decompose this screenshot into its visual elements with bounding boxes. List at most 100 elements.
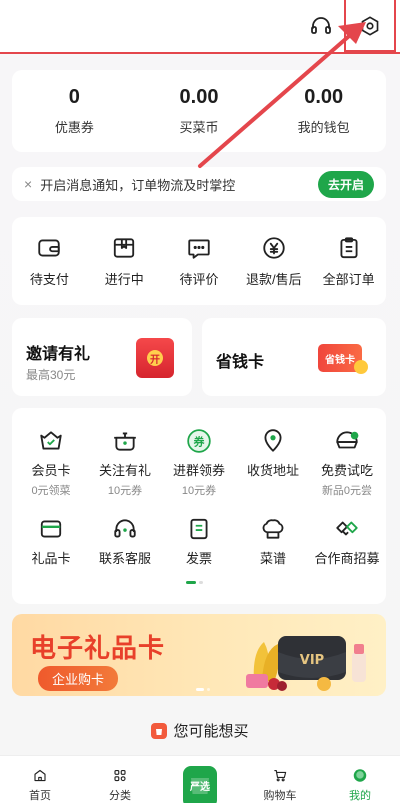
stat-label: 优惠券 (54, 120, 94, 135)
stat-label: 我的钱包 (297, 120, 350, 135)
page-dot (199, 581, 203, 584)
savings-title: 省钱卡 (216, 354, 265, 371)
order-label: 退款/售后 (245, 272, 302, 287)
order-label: 全部订单 (322, 272, 375, 287)
account-stats: 0 优惠券 0.00 买菜币 0.00 我的钱包 (12, 70, 386, 152)
basket-icon (40, 431, 62, 450)
service-sublabel: 10元券 (107, 485, 143, 497)
clipboard-icon (340, 237, 358, 259)
headset-icon[interactable] (307, 12, 335, 40)
location-icon (264, 429, 282, 452)
order-all[interactable]: 全部订单 (311, 217, 386, 305)
wallet-icon (38, 239, 61, 257)
category-icon (114, 769, 126, 782)
notification-banner: × 开启消息通知，订单物流及时掌控 去开启 (12, 167, 386, 201)
annotation-line (0, 52, 400, 54)
vip-label: VIP (300, 653, 324, 668)
service-recipes[interactable]: 菜谱 (236, 516, 310, 567)
invite-subtitle: 最高30元 (26, 368, 76, 382)
red-envelope-icon: 开 (136, 338, 174, 378)
banner-title: 电子礼品卡 (30, 633, 166, 663)
close-icon[interactable]: × (24, 176, 32, 192)
stat-wallet[interactable]: 0.00 我的钱包 (261, 70, 386, 152)
featured-tab-text: 严选 (189, 780, 210, 793)
tab-cart[interactable]: 购物车 (240, 756, 320, 803)
service-address[interactable]: 收货地址 (236, 428, 310, 479)
order-pending-payment[interactable]: 待支付 (12, 217, 87, 305)
headset-icon (114, 519, 136, 538)
tab-label: 首页 (29, 790, 51, 802)
service-label: 免费试吃 (320, 463, 373, 478)
stat-value: 0.00 (304, 86, 344, 108)
svg-text:券: 券 (193, 434, 206, 448)
notice-text: 开启消息通知，订单物流及时掌控 (40, 177, 236, 193)
service-label: 会员卡 (31, 463, 71, 478)
refund-icon (263, 237, 285, 259)
profile-icon (353, 769, 367, 782)
banner-dot (207, 688, 210, 691)
tab-profile[interactable]: 我的 (320, 756, 400, 803)
service-sublabel: 10元券 (181, 485, 217, 497)
tab-category[interactable]: 分类 (80, 756, 160, 803)
profile-screen: 0 优惠券 0.00 买菜币 0.00 我的钱包 × 开启消息通知，订单物流及时… (0, 0, 400, 803)
order-label: 待支付 (29, 272, 69, 287)
enterprise-buy-button[interactable]: 企业购卡 (38, 666, 119, 691)
order-in-progress[interactable]: 进行中 (87, 217, 162, 305)
recommend-section-title: 您可能想买 (0, 720, 400, 741)
order-shortcuts: 待支付 进行中 待评价 退款/售后 全部订单 (12, 217, 386, 305)
service-label: 进群领券 (172, 463, 225, 478)
gift-card-icon (40, 520, 62, 538)
service-label: 联系客服 (98, 551, 151, 566)
gift-card-banner[interactable]: 电子礼品卡 企业购卡 VIP (12, 614, 386, 696)
service-label: 菜谱 (259, 551, 286, 566)
services-grid: 会员卡 0元领菜 关注有礼 10元券 券 进群领券 10元券 收货地址 免费试吃… (12, 408, 386, 604)
tab-label: 分类 (109, 790, 131, 802)
service-sublabel: 0元领菜 (31, 485, 71, 497)
savings-card-label: 省钱卡 (325, 354, 355, 366)
stat-label: 买菜币 (179, 120, 219, 135)
tab-featured[interactable]: 严选 (160, 756, 240, 803)
pot-icon (114, 432, 136, 451)
shopping-bag-icon (151, 722, 168, 739)
top-bar (0, 0, 400, 52)
handshake-icon (336, 521, 358, 536)
service-sublabel: 新品0元尝 (321, 485, 373, 497)
service-join-group[interactable]: 券 进群领券 10元券 (162, 428, 236, 498)
service-gift-card[interactable]: 礼品卡 (14, 516, 88, 567)
stat-value: 0 (68, 86, 80, 108)
vip-card-illustration: VIP (246, 636, 366, 691)
order-to-review[interactable]: 待评价 (162, 217, 237, 305)
invite-title: 邀请有礼 (26, 346, 91, 363)
service-free-tasting[interactable]: 免费试吃 新品0元尝 (310, 428, 384, 498)
enable-notifications-button[interactable]: 去开启 (317, 170, 374, 198)
tab-label: 购物车 (263, 790, 297, 802)
shopping-bag-icon: 严选 (189, 778, 210, 794)
service-partner-recruit[interactable]: 合作商招募 (310, 516, 384, 567)
service-label: 礼品卡 (31, 551, 71, 566)
service-follow-gift[interactable]: 关注有礼 10元券 (88, 428, 162, 498)
service-label: 收货地址 (246, 463, 299, 478)
order-label: 进行中 (104, 272, 144, 287)
page-dot-active (186, 581, 196, 584)
cart-icon (274, 769, 287, 782)
invite-rewards-card[interactable]: 邀请有礼 最高30元 开 (12, 318, 192, 396)
red-envelope-label: 开 (147, 350, 163, 366)
service-member-card[interactable]: 会员卡 0元领菜 (14, 428, 88, 498)
service-invoice[interactable]: 发票 (162, 516, 236, 567)
coupon-icon: 券 (187, 429, 211, 453)
stat-coupons[interactable]: 0 优惠券 (12, 70, 137, 152)
annotation-frame (344, 0, 396, 52)
home-icon (34, 769, 46, 782)
service-customer-support[interactable]: 联系客服 (88, 516, 162, 567)
page-indicator (186, 581, 203, 584)
package-icon (114, 238, 135, 258)
order-refund[interactable]: 退款/售后 (236, 217, 311, 305)
tab-home[interactable]: 首页 (0, 756, 80, 803)
recommend-title: 您可能想买 (173, 723, 249, 740)
tab-label: 我的 (349, 790, 371, 802)
coin-icon (354, 360, 368, 374)
savings-card[interactable]: 省钱卡 省钱卡 (202, 318, 386, 396)
stat-coins[interactable]: 0.00 买菜币 (137, 70, 262, 152)
invoice-icon (190, 518, 208, 540)
order-label: 待评价 (179, 272, 219, 287)
